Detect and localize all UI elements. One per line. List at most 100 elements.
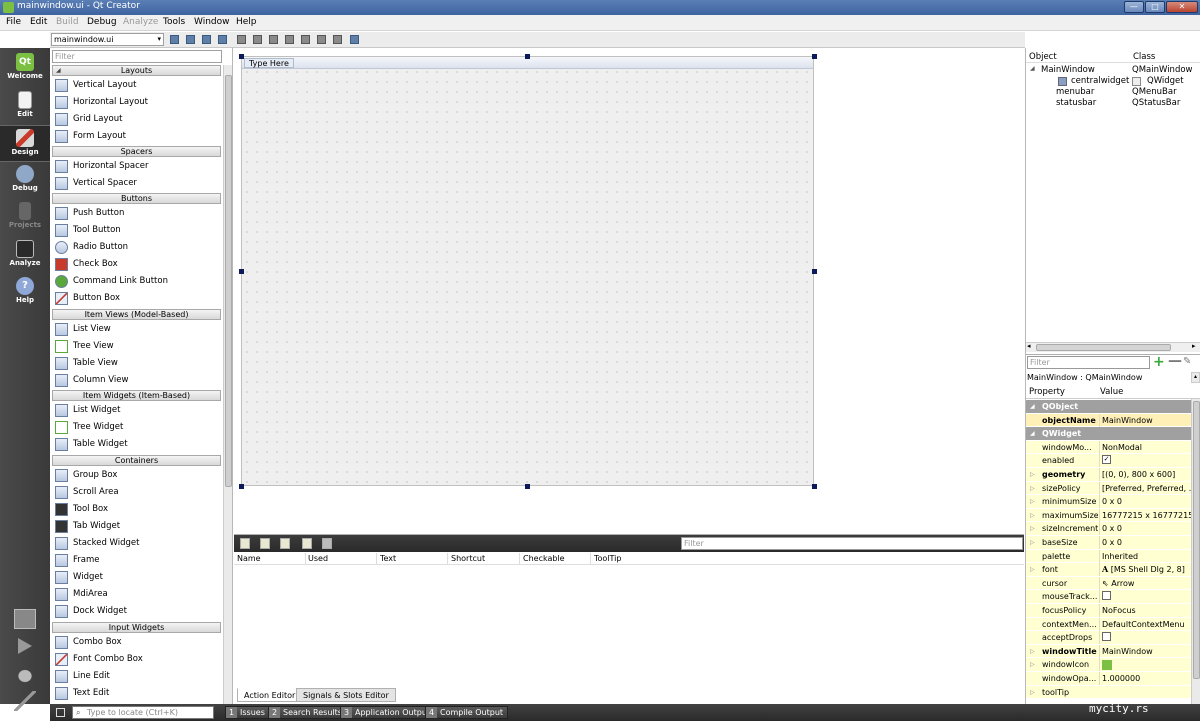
widget-item-text-edit[interactable]: Text Edit — [53, 685, 221, 702]
locator-input[interactable]: ⌕ Type to locate (Ctrl+K) — [72, 706, 214, 719]
category-spacers[interactable]: Spacers — [52, 146, 221, 157]
mode-projects[interactable]: Projects — [0, 199, 50, 236]
category-input-widgets[interactable]: Input Widgets — [52, 622, 221, 633]
widget-item-tool-box[interactable]: Tool Box — [53, 501, 221, 518]
build-hammer-icon[interactable] — [14, 691, 36, 711]
delete-action-icon[interactable] — [302, 538, 312, 549]
widget-item-horizontal-spacer[interactable]: Horizontal Spacer — [53, 158, 221, 175]
layout-v-splitter-icon[interactable] — [285, 35, 294, 44]
layout-form-icon[interactable] — [301, 35, 310, 44]
resize-handle-top[interactable] — [525, 54, 530, 59]
new-action-icon[interactable] — [240, 538, 250, 549]
adjust-size-icon[interactable] — [350, 35, 359, 44]
column-used[interactable]: Used — [308, 554, 328, 563]
object-row-statusbar[interactable]: statusbar QStatusBar — [1026, 98, 1200, 109]
object-row-menubar[interactable]: menubar QMenuBar — [1026, 87, 1200, 98]
widget-item-list-widget[interactable]: List Widget — [53, 402, 221, 419]
target-selector-monitor-icon[interactable] — [14, 609, 36, 629]
widget-item-command-link-button[interactable]: Command Link Button — [53, 273, 221, 290]
widget-item-font-combo-box[interactable]: Font Combo Box — [53, 651, 221, 668]
property-row-windowtitle[interactable]: ▷ windowTitle MainWindow — [1026, 644, 1191, 659]
menu-help[interactable]: Help — [236, 17, 257, 27]
object-inspector-hscrollbar[interactable]: ◂ ▸ — [1026, 342, 1200, 352]
debug-run-icon[interactable] — [14, 666, 36, 686]
acceptdrops-checkbox[interactable] — [1102, 632, 1111, 642]
menu-build[interactable]: Build — [56, 17, 79, 27]
property-row-cursor[interactable]: cursor ⇖ Arrow — [1026, 576, 1191, 591]
property-row-sizepolicy[interactable]: ▷ sizePolicy [Preferred, Preferred, ... — [1026, 481, 1191, 496]
copy-action-icon[interactable] — [260, 538, 270, 549]
widget-item-button-box[interactable]: Button Box — [53, 290, 221, 307]
run-icon[interactable] — [18, 638, 32, 654]
property-row-windowopacity[interactable]: windowOpa... 1.000000 — [1026, 672, 1191, 686]
property-row-maximumsize[interactable]: ▷ maximumSize 16777215 x 16777215 — [1026, 508, 1191, 523]
category-layouts[interactable]: ◢ Layouts — [52, 65, 221, 76]
mode-help[interactable]: ? Help — [0, 274, 50, 311]
object-row-centralwidget[interactable]: centralwidget QWidget — [1026, 76, 1200, 87]
widget-item-table-view[interactable]: Table View — [53, 355, 221, 372]
mode-edit[interactable]: Edit — [0, 88, 50, 125]
main-window-form[interactable]: Type Here — [241, 56, 814, 486]
widget-item-grid-layout[interactable]: Grid Layout — [53, 111, 221, 128]
add-dynamic-property-icon[interactable]: + — [1153, 355, 1165, 369]
remove-dynamic-property-icon[interactable]: — — [1168, 354, 1182, 368]
column-object[interactable]: Object — [1029, 52, 1057, 62]
category-containers[interactable]: Containers — [52, 455, 221, 466]
property-filter-input[interactable]: Filter — [1027, 356, 1150, 369]
expand-triangle-icon[interactable]: ▷ — [1030, 522, 1035, 535]
tab-action-editor[interactable]: Action Editor — [237, 688, 303, 702]
expand-triangle-icon[interactable]: ▷ — [1030, 509, 1035, 522]
property-row-font[interactable]: ▷ font A [MS Shell Dlg 2, 8] — [1026, 563, 1191, 577]
widget-item-tree-widget[interactable]: Tree Widget — [53, 419, 221, 436]
menu-edit[interactable]: Edit — [30, 17, 47, 27]
widget-box-scrollbar[interactable] — [223, 65, 232, 704]
resize-handle-bottom-right[interactable] — [812, 484, 817, 489]
configure-wrench-icon[interactable] — [322, 538, 332, 549]
category-item-widgets[interactable]: Item Widgets (Item-Based) — [52, 390, 221, 401]
layout-grid-icon[interactable] — [317, 35, 326, 44]
property-row-mousetracking[interactable]: mouseTrack... — [1026, 590, 1191, 604]
menu-window[interactable]: Window — [194, 17, 230, 27]
enabled-checkbox[interactable]: ✓ — [1102, 455, 1111, 465]
mode-analyze[interactable]: Analyze — [0, 237, 50, 274]
property-row-palette[interactable]: palette Inherited — [1026, 549, 1191, 564]
object-row-mainwindow[interactable]: ◢ MainWindow QMainWindow — [1026, 65, 1200, 76]
scrollbar-thumb[interactable] — [225, 75, 232, 487]
menu-tools[interactable]: Tools — [163, 17, 185, 27]
break-layout-icon[interactable] — [333, 35, 342, 44]
open-document-combo[interactable]: mainwindow.ui ▾ — [51, 33, 164, 46]
minimize-button[interactable]: — — [1124, 1, 1144, 13]
column-value[interactable]: Value — [1100, 387, 1123, 397]
category-buttons[interactable]: Buttons — [52, 193, 221, 204]
column-class[interactable]: Class — [1133, 52, 1155, 62]
widget-item-check-box[interactable]: Check Box — [53, 256, 221, 273]
widget-item-table-widget[interactable]: Table Widget — [53, 436, 221, 453]
expand-triangle-icon[interactable]: ▷ — [1030, 468, 1035, 481]
expand-triangle-icon[interactable]: ▷ — [1030, 658, 1035, 671]
layout-horizontal-icon[interactable] — [237, 35, 246, 44]
resize-handle-left[interactable] — [239, 269, 244, 274]
expand-triangle-icon[interactable]: ▷ — [1030, 536, 1035, 549]
edit-tab-order-icon[interactable] — [218, 35, 227, 44]
resize-handle-bottom[interactable] — [525, 484, 530, 489]
widget-item-horizontal-layout[interactable]: Horizontal Layout — [53, 94, 221, 111]
property-editor-scrollbar[interactable] — [1191, 399, 1200, 705]
resize-handle-bottom-left[interactable] — [239, 484, 244, 489]
widget-item-mdi-area[interactable]: MdiArea — [53, 586, 221, 603]
widget-item-column-view[interactable]: Column View — [53, 372, 221, 389]
widget-item-dock-widget[interactable]: Dock Widget — [53, 603, 221, 620]
property-row-sizeincrement[interactable]: ▷ sizeIncrement 0 x 0 — [1026, 522, 1191, 536]
resize-handle-right[interactable] — [812, 269, 817, 274]
scroll-left-icon[interactable]: ◂ — [1027, 342, 1031, 350]
edit-widgets-icon[interactable] — [170, 35, 179, 44]
property-row-contextmenupolicy[interactable]: contextMen... DefaultContextMenu — [1026, 617, 1191, 632]
widget-item-frame[interactable]: Frame — [53, 552, 221, 569]
property-row-basesize[interactable]: ▷ baseSize 0 x 0 — [1026, 536, 1191, 550]
output-tab-application-output[interactable]: 3 Application Output — [340, 706, 436, 719]
property-group-qwidget[interactable]: ◢ QWidget — [1026, 427, 1191, 441]
widget-item-group-box[interactable]: Group Box — [53, 467, 221, 484]
expand-triangle-icon[interactable]: ◢ — [1030, 65, 1035, 72]
property-row-minimumsize[interactable]: ▷ minimumSize 0 x 0 — [1026, 495, 1191, 509]
form-editor-canvas[interactable]: Type Here — [234, 48, 1024, 534]
output-tab-search-results[interactable]: 2 Search Results — [268, 706, 347, 719]
